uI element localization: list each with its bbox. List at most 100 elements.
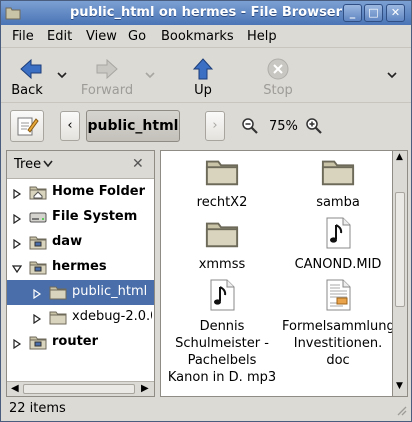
close-side-pane-icon[interactable]: ✕ bbox=[132, 156, 144, 172]
expander-collapsed-icon[interactable] bbox=[12, 238, 22, 250]
status-text: 22 items bbox=[9, 401, 66, 416]
side-pane: Tree ✕ Home Folder File System daw hermes pu… bbox=[6, 150, 155, 397]
maximize-button[interactable]: □ bbox=[364, 4, 383, 22]
vertical-scroll-thumb[interactable] bbox=[395, 192, 405, 307]
file-name: samba bbox=[316, 195, 360, 210]
zoom-out-icon[interactable] bbox=[242, 118, 258, 134]
side-pane-mode-label: Tree bbox=[14, 157, 42, 172]
side-pane-mode-select[interactable]: Tree bbox=[14, 157, 53, 172]
tree-item[interactable]: router bbox=[7, 330, 154, 355]
up-button[interactable]: Up bbox=[173, 55, 233, 99]
folder-icon bbox=[49, 309, 67, 325]
tree-item-label: xdebug-2.0.0RC4 bbox=[72, 309, 152, 324]
menu-go[interactable]: Go bbox=[128, 29, 146, 44]
file-icon-view: rechtX2 samba xmmss CANOND.MID Dennis Schulm… bbox=[160, 150, 395, 397]
chevron-down-icon bbox=[43, 160, 53, 168]
menu-view[interactable]: View bbox=[86, 29, 117, 44]
path-button-current[interactable]: public_html bbox=[86, 110, 180, 142]
menu-bookmarks[interactable]: Bookmarks bbox=[161, 29, 234, 44]
edit-location-icon bbox=[17, 117, 39, 136]
file-view-vertical-scrollbar[interactable]: ▲ ▼ bbox=[392, 150, 408, 397]
network-folder-icon bbox=[29, 259, 47, 275]
forward-button[interactable]: Forward bbox=[77, 55, 137, 99]
document-icon bbox=[321, 278, 355, 312]
music-icon bbox=[321, 216, 355, 250]
tree-item[interactable]: Home Folder bbox=[7, 180, 154, 205]
zoom-in-icon[interactable] bbox=[306, 118, 322, 134]
tree-item[interactable]: xdebug-2.0.0RC4 bbox=[7, 305, 154, 330]
side-pane-header: Tree ✕ bbox=[7, 151, 154, 179]
chevron-right-icon: › bbox=[212, 118, 218, 133]
tree-item-label: daw bbox=[52, 234, 83, 249]
expander-expanded-icon[interactable] bbox=[11, 263, 23, 274]
toolbar: Back Forward Up Stop bbox=[1, 49, 411, 103]
folder-icon bbox=[49, 284, 67, 300]
status-bar: 22 items bbox=[1, 398, 411, 421]
forward-history-chevron-icon[interactable] bbox=[144, 69, 156, 81]
resize-grip-icon[interactable] bbox=[395, 404, 407, 416]
chevron-left-icon: ‹ bbox=[67, 118, 73, 133]
scroll-right-icon[interactable]: ▶ bbox=[141, 383, 149, 394]
minimize-button[interactable]: _ bbox=[343, 4, 362, 22]
stop-button[interactable]: Stop bbox=[248, 55, 308, 99]
file-item[interactable]: rechtX2 bbox=[166, 154, 278, 211]
file-browser-window: public_html on hermes - File Browser _ □… bbox=[0, 0, 412, 422]
close-button[interactable]: ✕ bbox=[386, 4, 405, 22]
expander-collapsed-icon[interactable] bbox=[32, 313, 42, 325]
location-bar: ‹ public_html › 75% bbox=[1, 104, 411, 148]
file-name: Formelsammlung Investitionen. doc bbox=[282, 319, 395, 368]
toggle-location-entry-button[interactable] bbox=[10, 110, 44, 142]
back-label: Back bbox=[11, 83, 43, 98]
path-scroll-right-button[interactable]: › bbox=[205, 111, 225, 141]
tree-item-label: hermes bbox=[52, 259, 107, 274]
file-item[interactable]: Dennis Schulmeister - Pachelbels Kanon i… bbox=[166, 278, 278, 386]
tree-item[interactable]: File System bbox=[7, 205, 154, 230]
up-label: Up bbox=[194, 83, 212, 98]
tree-item-label: Home Folder bbox=[52, 184, 145, 199]
scroll-up-icon[interactable]: ▲ bbox=[396, 152, 403, 162]
stop-icon bbox=[267, 58, 289, 80]
expander-collapsed-icon[interactable] bbox=[32, 288, 42, 300]
file-item[interactable]: Formelsammlung Investitionen. doc bbox=[282, 278, 395, 369]
folder-icon bbox=[321, 154, 355, 188]
tree-item[interactable]: hermes bbox=[7, 255, 154, 280]
file-item[interactable]: CANOND.MID bbox=[282, 216, 394, 273]
title-bar[interactable]: public_html on hermes - File Browser _ □… bbox=[1, 1, 411, 25]
tree-item-label: router bbox=[52, 334, 99, 349]
scroll-down-icon[interactable]: ▼ bbox=[396, 381, 403, 391]
network-folder-icon bbox=[29, 334, 47, 350]
back-button[interactable]: Back bbox=[1, 55, 61, 99]
file-name: rechtX2 bbox=[196, 195, 248, 210]
forward-label: Forward bbox=[80, 83, 134, 98]
drive-icon bbox=[29, 209, 47, 225]
up-arrow-icon bbox=[192, 58, 214, 80]
file-item[interactable]: xmmss bbox=[166, 216, 278, 273]
side-pane-horizontal-scrollbar[interactable]: ◀ ▶ bbox=[7, 381, 154, 396]
horizontal-scroll-thumb[interactable] bbox=[23, 384, 135, 394]
path-scroll-left-button[interactable]: ‹ bbox=[60, 111, 80, 141]
stop-label: Stop bbox=[263, 83, 293, 98]
forward-arrow-icon bbox=[96, 58, 118, 80]
scroll-left-icon[interactable]: ◀ bbox=[11, 383, 19, 394]
folder-icon bbox=[205, 154, 239, 188]
tree-item-label: public_html bbox=[72, 284, 148, 299]
menu-help[interactable]: Help bbox=[247, 29, 277, 44]
file-item[interactable]: samba bbox=[282, 154, 394, 211]
tree-item[interactable]: daw bbox=[7, 230, 154, 255]
menu-file[interactable]: File bbox=[12, 29, 34, 44]
file-name: xmmss bbox=[198, 257, 246, 272]
menu-edit[interactable]: Edit bbox=[47, 29, 72, 44]
folder-icon bbox=[205, 216, 239, 250]
tree-item[interactable]: public_html bbox=[7, 280, 154, 305]
expander-collapsed-icon[interactable] bbox=[12, 213, 22, 225]
tree-item-label: File System bbox=[52, 209, 138, 224]
expander-collapsed-icon[interactable] bbox=[12, 338, 22, 350]
zoom-level[interactable]: 75% bbox=[269, 119, 298, 134]
music-icon bbox=[205, 278, 239, 312]
home-folder-icon bbox=[29, 184, 47, 200]
menu-bar: File Edit View Go Bookmarks Help bbox=[1, 26, 411, 48]
file-name: Dennis Schulmeister - Pachelbels Kanon i… bbox=[167, 319, 277, 385]
toolbar-overflow-chevron-icon[interactable] bbox=[386, 69, 398, 81]
back-history-chevron-icon[interactable] bbox=[56, 69, 68, 81]
expander-collapsed-icon[interactable] bbox=[12, 188, 22, 200]
